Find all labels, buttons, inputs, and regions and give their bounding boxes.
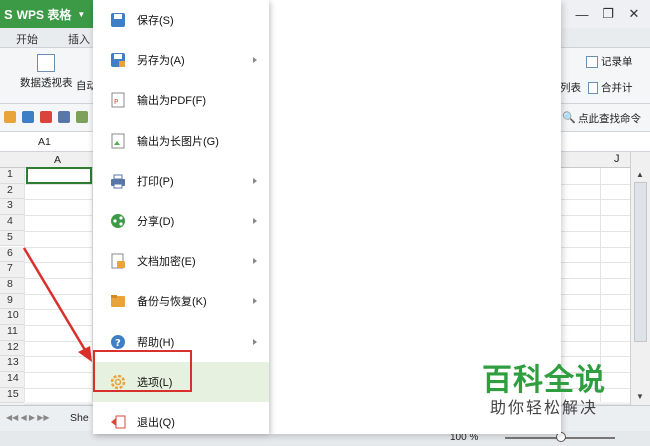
row-header[interactable]: 13: [0, 356, 24, 373]
record-form-label: 记录单: [601, 56, 633, 68]
encrypt-icon: [109, 252, 127, 270]
printer-icon: [109, 172, 127, 190]
watermark-title: 百科全说: [482, 364, 606, 397]
merge-calc-icon: [588, 81, 598, 94]
save-icon: [109, 11, 127, 29]
preview-quick-icon[interactable]: [76, 111, 88, 123]
chevron-right-icon: [253, 177, 257, 184]
row-header[interactable]: 8: [0, 277, 24, 294]
pivot-table-icon: [37, 54, 56, 72]
minimize-button[interactable]: —: [570, 4, 594, 24]
row-header[interactable]: 6: [0, 246, 24, 263]
svg-text:P: P: [114, 98, 118, 106]
merge-calc-button[interactable]: 合并计: [588, 80, 633, 95]
save-as-icon: [109, 51, 127, 69]
svg-text:?: ?: [115, 338, 121, 349]
app-menu-button[interactable]: S WPS 表格 ▼: [0, 0, 94, 28]
row-header[interactable]: 9: [0, 293, 24, 310]
menu-item-save[interactable]: 保存(S): [93, 0, 269, 40]
app-title: WPS 表格: [16, 7, 72, 22]
sheet-tab[interactable]: She: [70, 412, 89, 424]
row-header[interactable]: 10: [0, 309, 24, 325]
scroll-thumb[interactable]: [634, 182, 647, 342]
command-search-hint[interactable]: 点此查找命令: [578, 111, 641, 126]
tab-insert[interactable]: 插入: [68, 31, 90, 47]
close-button[interactable]: ✕: [622, 4, 646, 24]
open-icon[interactable]: [4, 111, 16, 123]
tab-home[interactable]: 开始: [16, 31, 38, 47]
menu-item-pdf[interactable]: P 输出为PDF(F): [93, 80, 269, 120]
menu-item-label: 另存为(A): [137, 55, 185, 68]
menu-item-label: 打印(P): [137, 175, 174, 188]
pivot-table-label: 数据透视表: [20, 77, 73, 89]
menu-item-label: 输出为长图片(G): [137, 135, 219, 148]
vertical-scrollbar[interactable]: ▲ ▼: [630, 152, 650, 412]
chevron-right-icon: [253, 298, 257, 305]
share-icon: [109, 212, 127, 230]
menu-item-backup[interactable]: 备份与恢复(K): [93, 281, 269, 321]
scroll-down-icon[interactable]: ▼: [636, 392, 644, 401]
menu-item-label: 退出(Q): [137, 417, 175, 429]
watermark-subtitle: 助你轻松解决: [490, 400, 599, 417]
row-header[interactable]: 5: [0, 230, 24, 247]
menu-item-label: 备份与恢复(K): [137, 296, 207, 309]
search-icon[interactable]: 🔍: [562, 111, 576, 124]
chevron-down-icon: ▼: [77, 9, 86, 19]
record-form-icon: [586, 55, 598, 68]
column-header-a[interactable]: A: [54, 154, 61, 166]
pdf-quick-icon[interactable]: [40, 111, 52, 123]
row-header[interactable]: 4: [0, 215, 24, 231]
name-box[interactable]: A1: [38, 136, 51, 148]
chevron-right-icon: [253, 258, 257, 265]
pdf-icon: P: [109, 91, 127, 109]
wps-logo-icon: S: [4, 6, 13, 22]
annotation-highlight-box: [93, 350, 192, 392]
menu-item-exit[interactable]: 退出(Q): [93, 402, 269, 442]
row-header[interactable]: 14: [0, 372, 24, 388]
restore-button[interactable]: ❐: [596, 4, 620, 24]
menu-item-image-export[interactable]: 输出为长图片(G): [93, 121, 269, 161]
row-header[interactable]: 3: [0, 199, 24, 216]
row-header[interactable]: 1: [0, 168, 24, 184]
chevron-right-icon: [253, 338, 257, 345]
sheet-nav-icon[interactable]: ◀◀ ◀ ▶ ▶▶: [6, 413, 50, 422]
merge-calc-label: 合并计: [601, 82, 633, 94]
row-header[interactable]: 2: [0, 183, 24, 200]
help-icon: ?: [109, 333, 127, 351]
column-gridline: [24, 168, 25, 402]
scroll-up-icon[interactable]: ▲: [636, 170, 644, 179]
list-button[interactable]: 列表: [560, 80, 581, 95]
menu-item-encrypt[interactable]: 文档加密(E): [93, 241, 269, 281]
menu-item-label: 文档加密(E): [137, 256, 196, 269]
row-header[interactable]: 7: [0, 262, 24, 278]
menu-item-printer[interactable]: 打印(P): [93, 161, 269, 201]
record-form-button[interactable]: 记录单: [586, 54, 633, 69]
image-export-icon: [109, 132, 127, 150]
exit-icon: [109, 413, 127, 431]
menu-item-label: 帮助(H): [137, 336, 175, 349]
menu-item-label: 输出为PDF(F): [137, 95, 207, 108]
row-header[interactable]: 11: [0, 325, 24, 341]
menu-item-share[interactable]: 分享(D): [93, 201, 269, 241]
chevron-right-icon: [253, 57, 257, 64]
menu-item-label: 保存(S): [137, 15, 174, 27]
row-header[interactable]: 12: [0, 340, 24, 357]
selected-cell-a1[interactable]: [26, 167, 92, 184]
chevron-right-icon: [253, 218, 257, 224]
save-quick-icon[interactable]: [22, 111, 34, 123]
print-quick-icon[interactable]: [58, 111, 70, 123]
pivot-table-button[interactable]: 数据透视表: [20, 54, 73, 90]
menu-item-save-as[interactable]: 另存为(A): [93, 40, 269, 80]
backup-icon: [109, 292, 127, 310]
column-header-j[interactable]: J: [614, 153, 620, 165]
menu-item-label: 分享(D): [137, 216, 175, 228]
row-header[interactable]: 15: [0, 387, 24, 404]
